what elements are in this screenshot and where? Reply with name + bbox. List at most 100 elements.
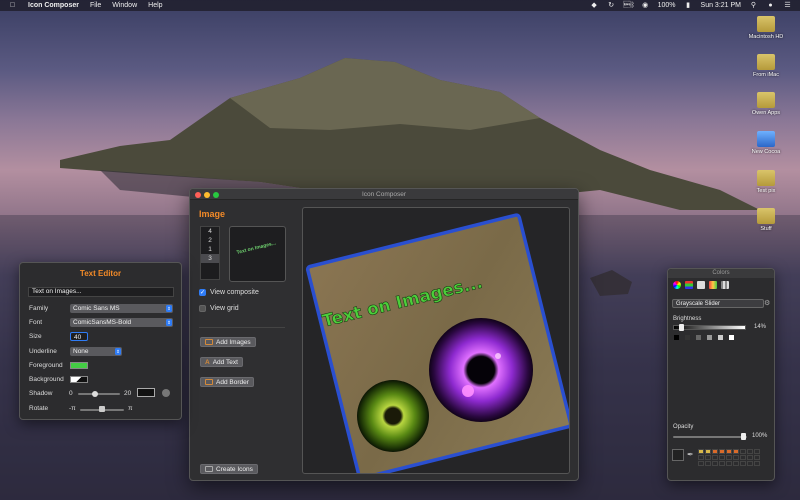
desktop-item-new-cocoa[interactable]: New Cocoa — [741, 131, 791, 155]
favorite-swatch[interactable] — [740, 455, 746, 460]
favorite-swatch[interactable] — [754, 461, 760, 466]
eyedropper-icon[interactable]: ✒ — [687, 450, 694, 459]
size-item-selected[interactable]: 3 — [201, 254, 219, 263]
desktop-item-from-imac[interactable]: From iMac — [741, 54, 791, 78]
color-mode-popup[interactable]: Grayscale Slider — [672, 299, 764, 308]
menu-clock[interactable]: Sun 3:21 PM — [701, 2, 741, 9]
menu-help[interactable]: Help — [148, 2, 162, 9]
current-color-well[interactable] — [672, 449, 684, 461]
favorite-swatch[interactable] — [726, 449, 732, 454]
minimize-button[interactable] — [204, 191, 210, 198]
gray-preset[interactable] — [729, 335, 734, 340]
text-input[interactable]: Text on Images... — [28, 287, 174, 297]
battery-icon[interactable]: ▮ — [684, 2, 693, 9]
size-field[interactable]: 40 — [70, 332, 88, 341]
gray-preset[interactable] — [685, 335, 690, 340]
color-sliders-icon[interactable] — [685, 281, 693, 289]
close-button[interactable] — [195, 191, 201, 198]
zoom-button[interactable] — [213, 191, 219, 198]
favorite-swatch[interactable] — [754, 455, 760, 460]
favorite-swatch[interactable] — [705, 449, 711, 454]
spotlight-icon[interactable]: ⚲ — [749, 2, 758, 9]
desktop-item-macintosh-hd[interactable]: Macintosh HD — [741, 16, 791, 40]
foreground-color-well[interactable] — [70, 362, 88, 369]
background-color-well[interactable] — [70, 376, 88, 383]
add-border-button[interactable]: Add Border — [200, 377, 254, 387]
favorite-swatch[interactable] — [733, 449, 739, 454]
opacity-slider-knob[interactable] — [741, 433, 746, 440]
gray-preset[interactable] — [718, 335, 723, 340]
composite-canvas[interactable]: Text on Images... — [302, 207, 570, 474]
view-composite-checkbox[interactable]: ✓ — [199, 289, 206, 296]
favorite-swatch[interactable] — [712, 461, 718, 466]
favorite-swatch[interactable] — [705, 461, 711, 466]
gray-preset[interactable] — [674, 335, 679, 340]
gray-preset[interactable] — [696, 335, 701, 340]
desktop-item-label: Macintosh HD — [748, 34, 784, 40]
favorite-swatch[interactable] — [698, 455, 704, 460]
favorite-swatch[interactable] — [726, 455, 732, 460]
favorite-swatch[interactable] — [712, 449, 718, 454]
color-wheel-icon[interactable] — [673, 281, 681, 289]
add-images-button[interactable]: Add Images — [200, 337, 256, 347]
favorite-swatch[interactable] — [719, 449, 725, 454]
menu-window[interactable]: Window — [112, 2, 137, 9]
favorite-swatch[interactable] — [754, 449, 760, 454]
image-thumbnail[interactable]: Text on Images... — [229, 226, 286, 282]
favorite-swatch[interactable] — [726, 461, 732, 466]
desktop-item-stuff[interactable]: Stuff — [741, 208, 791, 232]
favorite-swatch[interactable] — [705, 455, 711, 460]
favorite-swatch[interactable] — [740, 449, 746, 454]
gear-icon[interactable]: ⚙ — [764, 299, 770, 307]
wifi-icon[interactable]: ◉ — [641, 2, 650, 9]
desktop-item-test-pix[interactable]: Test pix — [741, 170, 791, 194]
create-icons-button[interactable]: Create Icons — [200, 464, 258, 474]
size-list[interactable]: 4 2 1 3 — [200, 226, 220, 280]
font-popup[interactable]: ComicSansMS-Bold ⇕ — [70, 318, 173, 327]
rotate-slider-knob[interactable] — [99, 406, 105, 412]
opacity-slider[interactable] — [673, 436, 747, 438]
bluetooth-icon[interactable]: ᛒ — [624, 2, 635, 9]
brightness-slider-knob[interactable] — [679, 324, 684, 331]
favorite-swatch[interactable] — [747, 449, 753, 454]
favorite-swatch[interactable] — [719, 461, 725, 466]
gray-preset[interactable] — [707, 335, 712, 340]
color-palettes-icon[interactable] — [697, 281, 705, 289]
favorite-swatch[interactable] — [747, 461, 753, 466]
favorite-swatch[interactable] — [698, 461, 704, 466]
image-palettes-icon[interactable] — [709, 281, 717, 289]
underline-popup[interactable]: None ⇕ — [70, 347, 122, 356]
favorite-swatch[interactable] — [698, 449, 704, 454]
background-label: Background — [29, 376, 64, 383]
size-label: Size — [29, 333, 42, 340]
notification-center-icon[interactable]: ☰ — [783, 2, 792, 9]
apple-menu-icon[interactable]:  — [8, 2, 17, 9]
favorite-swatch[interactable] — [747, 455, 753, 460]
menu-file[interactable]: File — [90, 2, 101, 9]
shadow-slider[interactable] — [78, 393, 120, 395]
view-grid-checkbox[interactable] — [199, 305, 206, 312]
pencils-icon[interactable] — [721, 281, 729, 289]
favorite-swatch[interactable] — [733, 461, 739, 466]
menu-app-name[interactable]: Icon Composer — [28, 2, 79, 9]
favorite-swatch[interactable] — [712, 455, 718, 460]
desktop-item-owen-apps[interactable]: Owen Apps — [741, 92, 791, 116]
size-item[interactable]: 2 — [201, 236, 219, 245]
sync-icon[interactable]: ↻ — [607, 2, 616, 9]
shadow-angle-dial[interactable] — [162, 389, 170, 397]
window-titlebar[interactable]: Icon Composer — [190, 189, 578, 200]
dropbox-icon[interactable]: ◆ — [590, 2, 599, 9]
add-text-button[interactable]: A Add Text — [200, 357, 243, 367]
shadow-color-well[interactable] — [137, 388, 155, 397]
view-grid-option[interactable]: View grid — [199, 305, 239, 312]
shadow-max: 20 — [124, 390, 132, 397]
family-popup[interactable]: Comic Sans MS ⇕ — [70, 304, 173, 313]
favorite-swatch[interactable] — [719, 455, 725, 460]
view-composite-option[interactable]: ✓ View composite — [199, 289, 259, 296]
shadow-slider-knob[interactable] — [92, 391, 98, 397]
favorite-swatch[interactable] — [733, 455, 739, 460]
siri-icon[interactable]: ● — [766, 2, 775, 9]
size-item[interactable]: 1 — [201, 245, 219, 254]
size-item[interactable]: 4 — [201, 227, 219, 236]
favorite-swatch[interactable] — [740, 461, 746, 466]
